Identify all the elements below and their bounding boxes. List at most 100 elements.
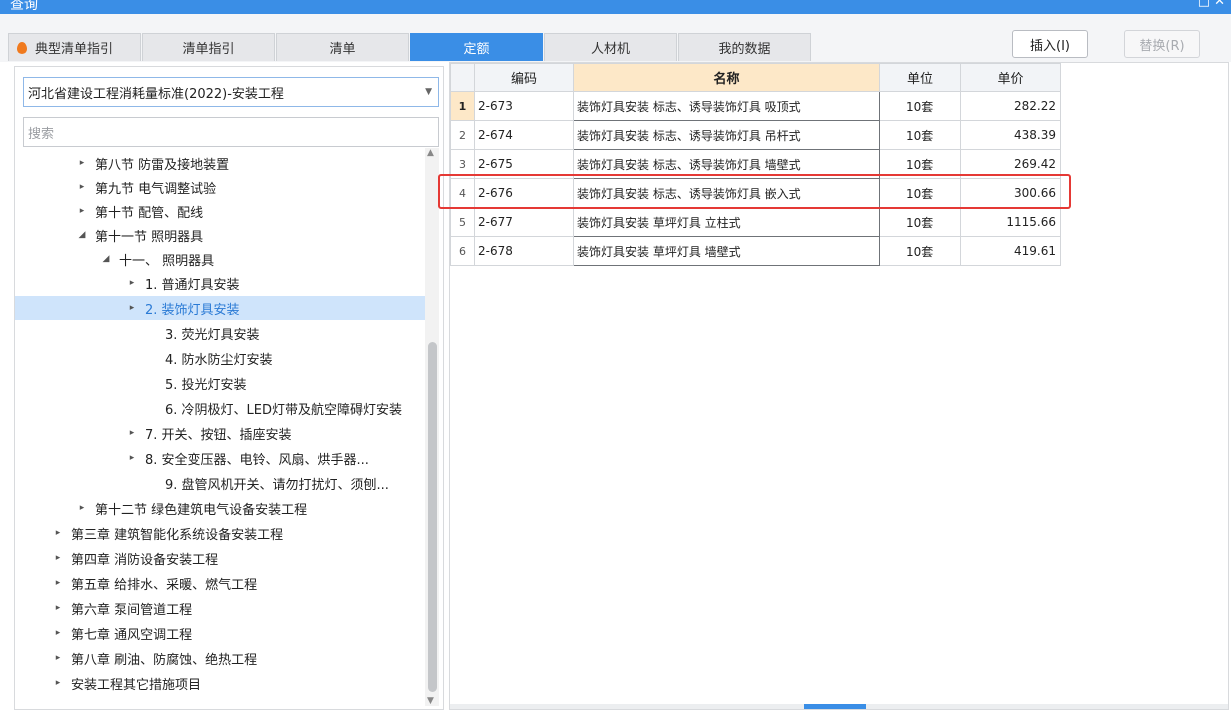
table-row[interactable]: 4 2-676 装饰灯具安装 标志、诱导装饰灯具 嵌入式 10套 300.66	[450, 178, 1061, 208]
tree-item[interactable]: ▸ 第三章 建筑智能化系统设备安装工程	[15, 521, 425, 545]
table-row[interactable]: 1 2-673 装饰灯具安装 标志、诱导装饰灯具 吸顶式 10套 282.22	[450, 91, 1061, 121]
tree-item[interactable]: 5. 投光灯安装	[15, 371, 425, 395]
code-cell[interactable]: 2-678	[474, 236, 574, 266]
tree-item[interactable]: ◢ 十一、 照明器具	[15, 247, 425, 271]
tab-bill[interactable]: 清单	[276, 33, 409, 61]
tree-item[interactable]: ▸ 第六章 泵间管道工程	[15, 596, 425, 620]
tree-item[interactable]: 6. 冷阴极灯、LED灯带及航空障碍灯安装	[15, 396, 425, 420]
unit-cell[interactable]: 10套	[879, 120, 961, 150]
name-cell[interactable]: 装饰灯具安装 标志、诱导装饰灯具 嵌入式	[573, 178, 880, 208]
expand-icon[interactable]: ▸	[125, 278, 139, 288]
code-cell[interactable]: 2-674	[474, 120, 574, 150]
expand-icon[interactable]: ▸	[75, 206, 89, 216]
tree-item[interactable]: ▸ 第七章 通风空调工程	[15, 621, 425, 645]
unit-cell[interactable]: 10套	[879, 207, 961, 237]
tree-item[interactable]: ▸ 第四章 消防设备安装工程	[15, 546, 425, 570]
table-row[interactable]: 6 2-678 装饰灯具安装 草坪灯具 墙壁式 10套 419.61	[450, 236, 1061, 266]
price-cell[interactable]: 269.42	[960, 149, 1061, 179]
expand-icon[interactable]: ▸	[125, 303, 139, 313]
tree-item[interactable]: ▸ 第五章 给排水、采暖、燃气工程	[15, 571, 425, 595]
unit-cell[interactable]: 10套	[879, 178, 961, 208]
tree-item[interactable]: ▸ 7. 开关、按钮、插座安装	[15, 421, 425, 445]
collapse-icon[interactable]: ◢	[99, 254, 113, 264]
expand-icon[interactable]: ▸	[51, 578, 65, 588]
expand-icon[interactable]: ▸	[51, 653, 65, 663]
code-cell[interactable]: 2-677	[474, 207, 574, 237]
insert-button[interactable]: 插入(I)	[1012, 30, 1088, 58]
name-cell[interactable]: 装饰灯具安装 标志、诱导装饰灯具 吊杆式	[573, 120, 880, 150]
tree-item-label: 第八章 刷油、防腐蚀、绝热工程	[71, 652, 258, 668]
tab-labor-material-machine[interactable]: 人材机	[544, 33, 677, 61]
tree-item-label: 第七章 通风空调工程	[71, 627, 193, 643]
row-index: 4	[450, 178, 475, 208]
standard-select[interactable]: 河北省建设工程消耗量标准(2022)-安装工程 ▼	[23, 77, 439, 107]
scroll-up-icon[interactable]: ▲	[427, 148, 434, 158]
tree-item[interactable]: ▸ 第九节 电气调整试验	[15, 175, 425, 199]
expand-icon[interactable]: ▸	[75, 503, 89, 513]
grid-horizontal-scrollbar[interactable]	[450, 704, 1228, 709]
expand-icon[interactable]: ▸	[51, 553, 65, 563]
collapse-icon[interactable]: ◢	[75, 230, 89, 240]
expand-icon[interactable]: ▸	[51, 528, 65, 538]
price-cell[interactable]: 282.22	[960, 91, 1061, 121]
expand-icon[interactable]: ▸	[125, 453, 139, 463]
scroll-down-icon[interactable]: ▼	[427, 696, 434, 706]
tree-item[interactable]: ▸ 第十节 配管、配线	[15, 199, 425, 223]
tab-quota[interactable]: 定额	[410, 33, 543, 61]
chevron-down-icon[interactable]: ▼	[425, 87, 432, 97]
code-cell[interactable]: 2-673	[474, 91, 574, 121]
replace-button[interactable]: 替换(R)	[1124, 30, 1200, 58]
code-header[interactable]: 编码	[474, 63, 574, 92]
tree-item[interactable]: ▸ 8. 安全变压器、电铃、风扇、烘手器...	[15, 446, 425, 470]
table-row[interactable]: 5 2-677 装饰灯具安装 草坪灯具 立柱式 10套 1115.66	[450, 207, 1061, 237]
expand-icon[interactable]: ▸	[75, 158, 89, 168]
name-cell[interactable]: 装饰灯具安装 标志、诱导装饰灯具 吸顶式	[573, 91, 880, 121]
row-index: 2	[450, 120, 475, 150]
tree-scrollbar[interactable]: ▲ ▼	[425, 148, 439, 706]
expand-icon[interactable]: ▸	[51, 603, 65, 613]
unit-cell[interactable]: 10套	[879, 236, 961, 266]
name-cell[interactable]: 装饰灯具安装 标志、诱导装饰灯具 墙壁式	[573, 149, 880, 179]
price-cell[interactable]: 419.61	[960, 236, 1061, 266]
scrollbar-grip[interactable]	[804, 704, 866, 709]
tree-item-label: 第四章 消防设备安装工程	[71, 552, 219, 568]
expand-icon[interactable]: ▸	[51, 678, 65, 688]
tab-typical-bill-guide[interactable]: 典型清单指引	[8, 33, 141, 61]
standard-select-value: 河北省建设工程消耗量标准(2022)-安装工程	[28, 86, 284, 102]
code-cell[interactable]: 2-676	[474, 178, 574, 208]
tree-item[interactable]: 3. 荧光灯具安装	[15, 321, 425, 345]
price-cell[interactable]: 438.39	[960, 120, 1061, 150]
tree-item-selected[interactable]: ▸ 2. 装饰灯具安装	[15, 296, 425, 320]
search-input[interactable]: 搜索	[23, 117, 439, 147]
tree-item[interactable]: ◢ 第十一节 照明器具	[15, 223, 425, 247]
price-header[interactable]: 单价	[960, 63, 1061, 92]
tab-bar: 典型清单指引 清单指引 清单 定额 人材机 我的数据 插入(I) 替换(R)	[0, 14, 1231, 62]
tree-item[interactable]: 9. 盘管风机开关、请勿打扰灯、须刨...	[15, 471, 425, 495]
tree-item[interactable]: ▸ 第八节 防雷及接地装置	[15, 151, 425, 175]
tree-item[interactable]: ▸ 第八章 刷油、防腐蚀、绝热工程	[15, 646, 425, 670]
scrollbar-thumb[interactable]	[428, 342, 437, 692]
unit-cell[interactable]: 10套	[879, 91, 961, 121]
tab-my-data[interactable]: 我的数据	[678, 33, 811, 61]
unit-cell[interactable]: 10套	[879, 149, 961, 179]
window-title: 查询	[10, 0, 38, 13]
window-controls[interactable]: □ ✕	[1198, 0, 1225, 9]
tree-item[interactable]: ▸ 1. 普通灯具安装	[15, 271, 425, 295]
expand-icon[interactable]: ▸	[125, 428, 139, 438]
unit-header[interactable]: 单位	[879, 63, 961, 92]
tab-bill-guide[interactable]: 清单指引	[142, 33, 275, 61]
tree-item-label: 6. 冷阴极灯、LED灯带及航空障碍灯安装	[165, 402, 403, 418]
name-cell[interactable]: 装饰灯具安装 草坪灯具 立柱式	[573, 207, 880, 237]
tree-item[interactable]: 4. 防水防尘灯安装	[15, 346, 425, 370]
table-row[interactable]: 3 2-675 装饰灯具安装 标志、诱导装饰灯具 墙壁式 10套 269.42	[450, 149, 1061, 179]
name-cell[interactable]: 装饰灯具安装 草坪灯具 墙壁式	[573, 236, 880, 266]
table-row[interactable]: 2 2-674 装饰灯具安装 标志、诱导装饰灯具 吊杆式 10套 438.39	[450, 120, 1061, 150]
expand-icon[interactable]: ▸	[51, 628, 65, 638]
tree-item[interactable]: ▸ 安装工程其它措施项目	[15, 671, 425, 695]
expand-icon[interactable]: ▸	[75, 182, 89, 192]
price-cell[interactable]: 300.66	[960, 178, 1061, 208]
code-cell[interactable]: 2-675	[474, 149, 574, 179]
tree-item[interactable]: ▸ 第十二节 绿色建筑电气设备安装工程	[15, 496, 425, 520]
name-header[interactable]: 名称	[573, 63, 880, 92]
price-cell[interactable]: 1115.66	[960, 207, 1061, 237]
